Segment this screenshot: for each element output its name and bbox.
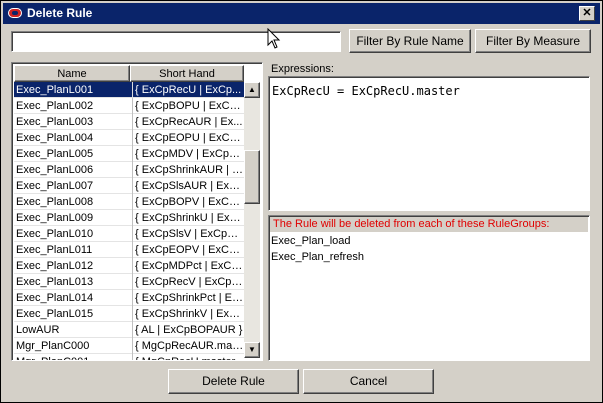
rule-name-cell: Exec_PlanL006 xyxy=(16,164,94,176)
rule-name-cell: Exec_PlanL014 xyxy=(16,292,94,304)
title-bar[interactable]: Delete Rule ✕ xyxy=(3,3,600,24)
short-hand-cell: { ExCpRecV | ExCpR... xyxy=(132,274,244,290)
rule-name-cell: Mgr_PlanC000 xyxy=(16,340,90,352)
filter-by-measure-button[interactable]: Filter By Measure xyxy=(475,29,591,53)
rule-name-cell: Exec_PlanL011 xyxy=(16,244,93,256)
table-row[interactable]: Mgr_PlanC001 { MgCpRecU.master... xyxy=(14,354,244,360)
rule-groups-header: The Rule will be deleted from each of th… xyxy=(270,217,588,232)
rule-name-cell: Exec_PlanL002 xyxy=(16,100,94,112)
expressions-box[interactable]: ExCpRecU = ExCpRecU.master xyxy=(268,76,590,211)
table-row[interactable]: Exec_PlanL006 { ExCpShrinkAUR | E... xyxy=(14,162,244,178)
short-hand-cell: { ExCpShrinkPct | Ex... xyxy=(132,290,244,306)
rule-name-cell: Exec_PlanL009 xyxy=(16,212,94,224)
short-hand-cell: { ExCpSlsV | ExCpSl... xyxy=(132,226,244,242)
short-hand-cell: { AL | ExCpBOPAUR } xyxy=(132,322,244,338)
filter-input[interactable] xyxy=(11,31,341,52)
table-header: Name Short Hand xyxy=(14,65,260,82)
table-row[interactable]: Exec_PlanL015 { ExCpShrinkV | ExC... xyxy=(14,306,244,322)
table-row[interactable]: Exec_PlanL002 { ExCpBOPU | ExCp... xyxy=(14,98,244,114)
cancel-button[interactable]: Cancel xyxy=(303,369,434,394)
table-row[interactable]: Exec_PlanL012 { ExCpMDPct | ExCp... xyxy=(14,258,244,274)
mouse-cursor-icon xyxy=(267,28,281,49)
short-hand-cell: { ExCpShrinkU | ExC... xyxy=(132,210,244,226)
short-hand-cell: { ExCpBOPU | ExCp... xyxy=(132,98,244,114)
rule-name-cell: Exec_PlanL012 xyxy=(16,260,94,272)
table-row[interactable]: Exec_PlanL003 { ExCpRecAUR | Ex... xyxy=(14,114,244,130)
short-hand-cell: { ExCpShrinkAUR | E... xyxy=(132,162,244,178)
rule-name-cell: Exec_PlanL005 xyxy=(16,148,94,160)
rule-name-cell: Exec_PlanL008 xyxy=(16,196,94,208)
table-row[interactable]: Exec_PlanL007 { ExCpSlsAUR | ExCp... xyxy=(14,178,244,194)
rule-name-cell: Exec_PlanL004 xyxy=(16,132,94,144)
table-row[interactable]: LowAUR { AL | ExCpBOPAUR } xyxy=(14,322,244,338)
scroll-down-icon[interactable]: ▼ xyxy=(244,342,260,358)
rule-name-cell: Exec_PlanL010 xyxy=(16,228,94,240)
short-hand-cell: { ExCpShrinkV | ExC... xyxy=(132,306,244,322)
short-hand-cell: { ExCpMDPct | ExCp... xyxy=(132,258,244,274)
table-scrollbar[interactable]: ▲ ▼ xyxy=(244,82,260,358)
expression-text: ExCpRecU = ExCpRecU.master xyxy=(272,84,460,98)
table-row[interactable]: Exec_PlanL010 { ExCpSlsV | ExCpSl... xyxy=(14,226,244,242)
filter-by-rule-name-button[interactable]: Filter By Rule Name xyxy=(349,29,471,53)
table-row[interactable]: Exec_PlanL005 { ExCpMDV | ExCpM... xyxy=(14,146,244,162)
rule-name-cell: Exec_PlanL013 xyxy=(16,276,94,288)
short-hand-cell: { ExCpEOPV | ExCp... xyxy=(132,242,244,258)
rule-groups-box: The Rule will be deleted from each of th… xyxy=(268,215,590,361)
column-header-short-hand[interactable]: Short Hand xyxy=(130,65,244,82)
short-hand-cell: { ExCpRecAUR | Ex... xyxy=(132,114,244,130)
scroll-up-icon[interactable]: ▲ xyxy=(244,82,260,98)
rule-name-cell: Exec_PlanL001 xyxy=(16,84,94,96)
rule-group-item[interactable]: Exec_Plan_load xyxy=(271,235,351,247)
short-hand-cell: { ExCpMDV | ExCpM... xyxy=(132,146,244,162)
short-hand-cell: { MgCpRecU.master... xyxy=(132,354,244,360)
scroll-thumb[interactable] xyxy=(244,150,260,204)
short-hand-cell: { ExCpBOPV | ExCp... xyxy=(132,194,244,210)
window-title: Delete Rule xyxy=(27,6,93,20)
rules-table: Name Short Hand Exec_PlanL001 { ExCpRecU … xyxy=(11,62,263,361)
rule-name-cell: Mgr_PlanC001 xyxy=(16,354,128,360)
table-row[interactable]: Exec_PlanL014 { ExCpShrinkPct | Ex... xyxy=(14,290,244,306)
expressions-label: Expressions: xyxy=(271,63,334,75)
table-row[interactable]: Exec_PlanL001 { ExCpRecU | ExCp... xyxy=(14,82,244,98)
delete-rule-dialog: Delete Rule ✕ Filter By Rule Name Filter… xyxy=(0,0,603,403)
rule-name-cell: Exec_PlanL003 xyxy=(16,116,94,128)
table-row[interactable]: Exec_PlanL004 { ExCpEOPU | ExCp... xyxy=(14,130,244,146)
rule-name-cell: Exec_PlanL007 xyxy=(16,180,94,192)
rule-name-cell: Exec_PlanL015 xyxy=(16,308,94,320)
short-hand-cell: { ExCpEOPU | ExCp... xyxy=(132,130,244,146)
oracle-logo-icon xyxy=(8,8,22,18)
table-row[interactable]: Exec_PlanL009 { ExCpShrinkU | ExC... xyxy=(14,210,244,226)
table-body: Exec_PlanL001{ ExCpRecU | ExCp... Exec_Pl… xyxy=(14,82,244,360)
rule-group-item[interactable]: Exec_Plan_refresh xyxy=(271,251,364,263)
table-row[interactable]: Exec_PlanL011 { ExCpEOPV | ExCp... xyxy=(14,242,244,258)
delete-rule-button[interactable]: Delete Rule xyxy=(168,369,299,394)
close-icon[interactable]: ✕ xyxy=(579,6,595,21)
table-row[interactable]: Mgr_PlanC000 { MgCpRecAUR.mas... xyxy=(14,338,244,354)
table-row[interactable]: Exec_PlanL008 { ExCpBOPV | ExCp... xyxy=(14,194,244,210)
table-row[interactable]: Exec_PlanL013 { ExCpRecV | ExCpR... xyxy=(14,274,244,290)
short-hand-cell: { ExCpSlsAUR | ExCp... xyxy=(132,178,244,194)
short-hand-cell: { ExCpRecU | ExCp... xyxy=(132,82,244,98)
rule-name-cell: LowAUR xyxy=(16,324,60,336)
short-hand-cell: { MgCpRecAUR.mas... xyxy=(132,338,244,354)
column-header-name[interactable]: Name xyxy=(14,65,130,82)
